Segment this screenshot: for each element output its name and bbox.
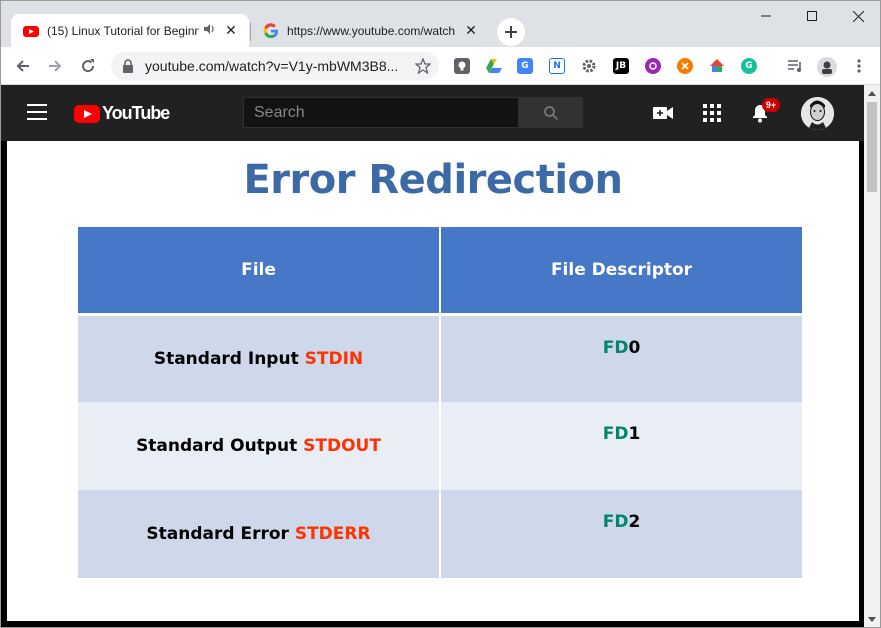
table-row: Standard Input STDIN FD0	[78, 314, 802, 402]
page-scrollbar[interactable]	[864, 85, 880, 627]
jetbrains-icon[interactable]: JB	[613, 58, 629, 74]
back-button[interactable]	[9, 52, 37, 80]
more-menu-icon[interactable]	[851, 58, 867, 74]
search-input[interactable]	[243, 97, 519, 128]
column-header-file-descriptor: File Descriptor	[440, 227, 802, 316]
close-window-button[interactable]	[835, 1, 881, 31]
maximize-icon	[807, 11, 817, 21]
file-label: Standard Output	[136, 436, 298, 456]
home-colorful-icon[interactable]	[709, 58, 725, 74]
file-label: Standard Error	[146, 524, 289, 544]
video-slide: Error Redirection File File Descriptor S…	[7, 141, 859, 621]
google-translate-icon[interactable]: G	[517, 58, 533, 74]
column-header-file: File	[78, 227, 441, 316]
gear-icon[interactable]	[581, 58, 597, 74]
new-tab-button[interactable]	[497, 18, 525, 46]
tab-strip: (15) Linux Tutorial for Beginners ✕ http…	[1, 1, 880, 47]
search-icon	[544, 105, 559, 120]
address-bar[interactable]: youtube.com/watch?v=V1y-mbWM3B8...	[111, 52, 439, 80]
star-icon[interactable]	[415, 58, 431, 74]
video-player[interactable]: Error Redirection File File Descriptor S…	[1, 141, 864, 627]
close-tab-icon[interactable]: ✕	[463, 23, 479, 39]
speaker-icon[interactable]	[203, 23, 217, 38]
minimize-icon	[761, 15, 771, 17]
close-icon	[852, 10, 864, 22]
scroll-down-arrow-icon[interactable]	[864, 611, 880, 627]
file-cell: Standard Error STDERR	[78, 490, 441, 578]
youtube-icon	[23, 25, 39, 37]
file-stream: STDIN	[304, 348, 364, 369]
fd-cell: FD1	[440, 402, 802, 490]
reload-icon	[82, 59, 95, 73]
fd-prefix: FD	[602, 424, 629, 444]
reload-button[interactable]	[74, 52, 102, 80]
maximize-button[interactable]	[789, 1, 835, 31]
fd-number: 0	[628, 337, 641, 358]
extension-keep-icon[interactable]	[454, 58, 470, 74]
browser-window: (15) Linux Tutorial for Beginners ✕ http…	[0, 0, 881, 628]
table-row: Standard Output STDOUT FD1	[78, 402, 802, 490]
grammarly-icon[interactable]: G	[741, 58, 757, 74]
extension-purple-icon[interactable]	[645, 58, 661, 74]
scrollbar-thumb[interactable]	[867, 102, 877, 192]
avatar[interactable]	[801, 97, 834, 130]
plus-icon	[505, 26, 517, 38]
fd-prefix: FD	[602, 512, 629, 532]
user-avatar-icon	[801, 97, 834, 130]
search-button[interactable]	[519, 97, 583, 128]
file-stream: STDOUT	[303, 436, 381, 456]
media-control-icon[interactable]	[787, 58, 803, 74]
apps-grid-icon[interactable]	[703, 104, 721, 122]
slide-title: Error Redirection	[243, 157, 623, 203]
arrow-right-icon	[49, 60, 62, 72]
youtube-logo-text: YouTube	[102, 103, 170, 123]
table-header-row: File File Descriptor	[78, 227, 802, 316]
hamburger-menu-icon[interactable]	[27, 104, 47, 122]
create-video-icon[interactable]	[653, 104, 673, 122]
file-cell: Standard Output STDOUT	[78, 402, 441, 490]
profile-avatar[interactable]	[817, 57, 837, 77]
bulb-icon	[458, 61, 466, 71]
extension-n-icon[interactable]: N	[549, 58, 565, 74]
url-text: youtube.com/watch?v=V1y-mbWM3B8...	[145, 58, 399, 74]
tab-title: https://www.youtube.com/watch	[287, 23, 456, 38]
arrow-left-icon	[16, 60, 29, 72]
google-icon	[263, 22, 278, 38]
tab-title: (15) Linux Tutorial for Beginners	[47, 23, 199, 38]
minimize-button[interactable]	[743, 1, 789, 31]
youtube-logo[interactable]: YouTube	[74, 103, 170, 124]
scroll-up-arrow-icon[interactable]	[864, 85, 880, 101]
browser-toolbar: youtube.com/watch?v=V1y-mbWM3B8... G N J…	[1, 47, 880, 85]
fd-cell: FD2	[440, 490, 802, 578]
table-row: Standard Error STDERR FD2	[78, 490, 802, 578]
file-stream: STDERR	[294, 524, 371, 544]
google-drive-icon[interactable]	[486, 58, 502, 74]
file-descriptor-table: File File Descriptor Standard Input STDI…	[78, 227, 802, 578]
fd-number: 2	[628, 512, 641, 532]
fd-prefix: FD	[602, 337, 629, 358]
close-tab-icon[interactable]: ✕	[223, 23, 239, 39]
fd-cell: FD0	[440, 314, 802, 402]
forward-button[interactable]	[41, 52, 69, 80]
file-label: Standard Input	[153, 348, 299, 369]
lock-icon	[123, 59, 133, 73]
youtube-masthead: YouTube 9+	[1, 85, 864, 141]
youtube-play-icon	[74, 104, 100, 123]
file-cell: Standard Input STDIN	[78, 314, 441, 402]
fd-number: 1	[628, 424, 641, 444]
tab-google[interactable]: https://www.youtube.com/watch ✕	[251, 14, 489, 47]
notification-count-badge: 9+	[762, 98, 780, 112]
extension-orange-icon[interactable]	[677, 58, 693, 74]
tab-youtube[interactable]: (15) Linux Tutorial for Beginners ✕	[11, 14, 249, 47]
